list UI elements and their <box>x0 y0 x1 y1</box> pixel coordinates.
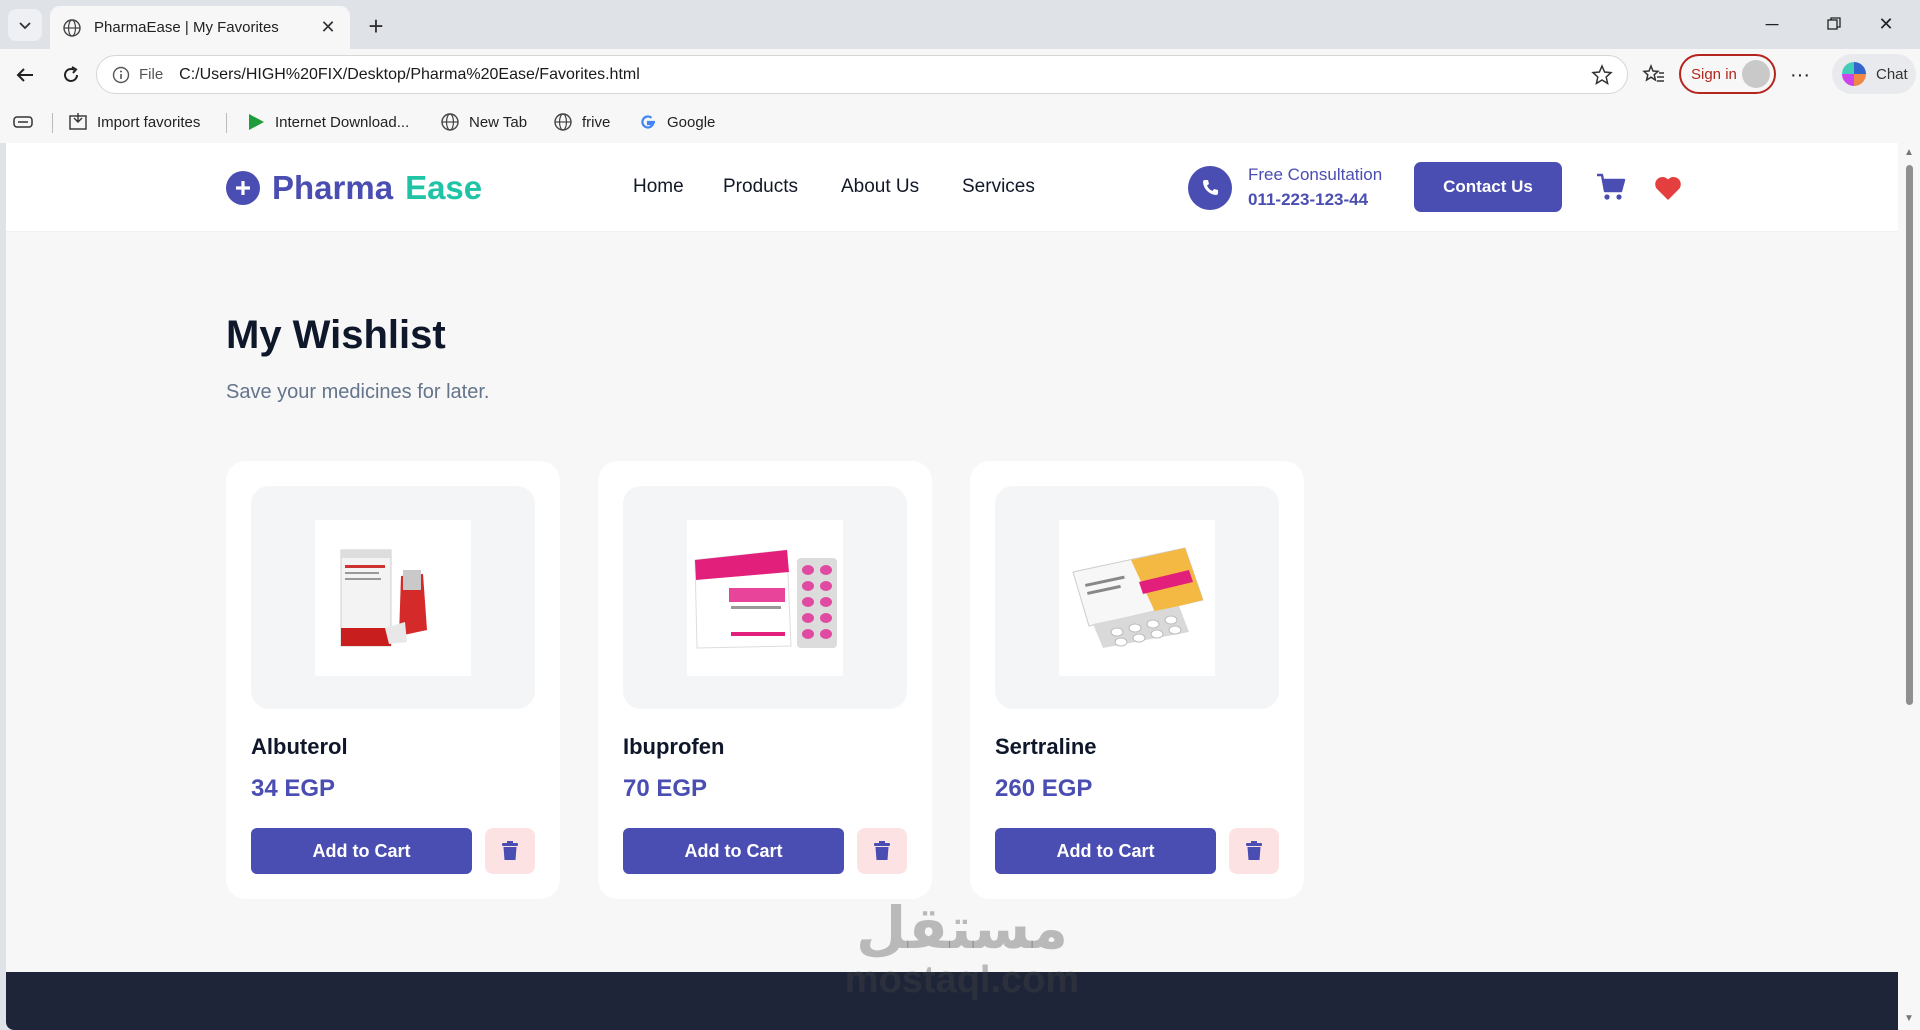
globe-icon <box>63 18 81 37</box>
remove-from-wishlist-button[interactable] <box>485 828 535 874</box>
product-image-frame[interactable] <box>623 486 907 709</box>
sign-in-button[interactable]: Sign in <box>1679 54 1776 94</box>
favorite-label: Import favorites <box>97 113 201 131</box>
globe-icon <box>441 113 459 131</box>
favorites-bar-toggle[interactable] <box>12 111 34 133</box>
product-name[interactable]: Sertraline <box>995 734 1097 760</box>
trash-icon <box>1246 841 1262 860</box>
add-to-cart-button[interactable]: Add to Cart <box>623 828 844 874</box>
watermark: مستقل mostaql.com <box>842 898 1082 1013</box>
chat-button[interactable]: Chat <box>1832 54 1916 94</box>
chat-label: Chat <box>1876 65 1908 83</box>
tab-title: PharmaEase | My Favorites <box>94 19 279 36</box>
contact-us-button[interactable]: Contact Us <box>1414 162 1562 212</box>
add-to-cart-button[interactable]: Add to Cart <box>251 828 472 874</box>
logo-text-ease: Ease <box>405 169 483 206</box>
favorite-label: Google <box>667 113 716 131</box>
url-text[interactable]: C:/Users/HIGH%20FIX/Desktop/Pharma%20Eas… <box>179 66 1591 84</box>
scrollbar-thumb[interactable] <box>1906 165 1913 705</box>
copilot-icon <box>1842 62 1866 86</box>
browser-toolbar: File C:/Users/HIGH%20FIX/Desktop/Pharma%… <box>0 49 1920 101</box>
favorite-import[interactable]: Import favorites <box>68 111 200 133</box>
globe-icon <box>554 113 572 131</box>
favorites-bar: Import favorites Internet Download... Ne… <box>0 101 1920 143</box>
minimize-button[interactable]: ─ <box>1752 10 1792 38</box>
chevron-down-icon <box>19 22 31 30</box>
watermark-arabic: مستقل <box>855 894 1069 962</box>
page-title: My Wishlist <box>226 313 446 357</box>
browser-tab[interactable]: PharmaEase | My Favorites ✕ <box>50 6 350 49</box>
trash-icon <box>502 841 518 860</box>
favorite-label: Internet Download... <box>275 113 410 131</box>
add-to-cart-button[interactable]: Add to Cart <box>995 828 1216 874</box>
address-scheme-label: File <box>139 66 164 83</box>
remove-from-wishlist-button[interactable] <box>857 828 907 874</box>
favorite-google[interactable]: Google <box>638 111 715 133</box>
sign-in-label: Sign in <box>1691 65 1737 83</box>
scroll-up-arrow-icon[interactable]: ▲ <box>1903 147 1915 159</box>
tab-list-button[interactable] <box>8 9 42 41</box>
browser-tab-strip: PharmaEase | My Favorites ✕ + ─ ✕ <box>0 0 1920 49</box>
divider <box>226 113 227 133</box>
favorite-label: New Tab <box>469 113 528 131</box>
google-icon <box>641 115 655 129</box>
address-bar[interactable]: File C:/Users/HIGH%20FIX/Desktop/Pharma%… <box>96 55 1628 94</box>
import-icon <box>69 113 87 130</box>
avatar-icon <box>1742 60 1770 88</box>
nav-about-us[interactable]: About Us <box>841 176 919 198</box>
product-image-ibuprofen <box>687 519 843 676</box>
nav-services[interactable]: Services <box>962 176 1035 198</box>
phone-icon <box>1188 166 1232 210</box>
wishlist-card-ibuprofen: Ibuprofen 70 EGP Add to Cart <box>598 461 932 899</box>
product-price: 34 EGP <box>251 775 336 802</box>
product-price: 260 EGP <box>995 775 1093 802</box>
back-button[interactable] <box>12 62 38 88</box>
info-icon[interactable] <box>111 65 131 85</box>
product-price: 70 EGP <box>623 775 708 802</box>
cart-icon[interactable] <box>1596 173 1626 201</box>
new-tab-button[interactable]: + <box>362 11 390 41</box>
site-header: Pharma Ease Home Products About Us Servi… <box>6 143 1898 232</box>
favorite-new-tab[interactable]: New Tab <box>440 111 527 133</box>
product-name[interactable]: Albuterol <box>251 734 348 760</box>
product-name[interactable]: Ibuprofen <box>623 734 724 760</box>
heart-icon[interactable] <box>1654 175 1682 201</box>
nav-home[interactable]: Home <box>633 176 684 198</box>
wishlist-card-sertraline: Sertraline 260 EGP Add to Cart <box>970 461 1304 899</box>
favorite-label: frive <box>582 113 611 131</box>
scroll-down-arrow-icon[interactable]: ▼ <box>1903 1013 1915 1025</box>
trash-icon <box>874 841 890 860</box>
product-image-frame[interactable] <box>995 486 1279 709</box>
watermark-latin: mostaql.com <box>844 959 1080 1001</box>
consultation-label: Free Consultation <box>1248 165 1383 184</box>
restore-icon <box>1827 17 1841 30</box>
product-image-frame[interactable] <box>251 486 535 709</box>
wishlist-card-albuterol: Albuterol 34 EGP Add to Cart <box>226 461 560 899</box>
close-tab-icon[interactable]: ✕ <box>318 17 338 38</box>
site-logo[interactable]: Pharma Ease <box>226 169 482 207</box>
page-scrollbar[interactable]: ▲ ▼ <box>1898 143 1920 1030</box>
favorites-button[interactable] <box>1641 62 1667 88</box>
back-arrow-icon <box>16 68 33 82</box>
remove-from-wishlist-button[interactable] <box>1229 828 1279 874</box>
page-subtitle: Save your medicines for later. <box>226 381 490 403</box>
nav-products[interactable]: Products <box>723 176 798 198</box>
product-image-albuterol <box>315 519 471 676</box>
more-menu-button[interactable]: ··· <box>1787 62 1813 88</box>
favorites-list-icon <box>1642 63 1664 82</box>
close-window-button[interactable]: ✕ <box>1866 10 1906 38</box>
favorite-internet-download[interactable]: Internet Download... <box>246 111 409 133</box>
divider <box>52 113 53 133</box>
tab-actions-icon <box>13 116 33 128</box>
refresh-icon <box>64 66 78 82</box>
star-add-favorite-icon[interactable] <box>1591 63 1613 86</box>
refresh-button[interactable] <box>58 62 84 88</box>
favorite-frive[interactable]: frive <box>553 111 610 133</box>
plus-circle-icon <box>226 171 260 205</box>
product-image-sertraline <box>1059 519 1215 676</box>
logo-text-pharma: Pharma <box>272 169 394 206</box>
consultation-phone[interactable]: 011-223-123-44 <box>1248 190 1368 210</box>
restore-button[interactable] <box>1814 10 1854 38</box>
play-icon <box>249 114 264 130</box>
